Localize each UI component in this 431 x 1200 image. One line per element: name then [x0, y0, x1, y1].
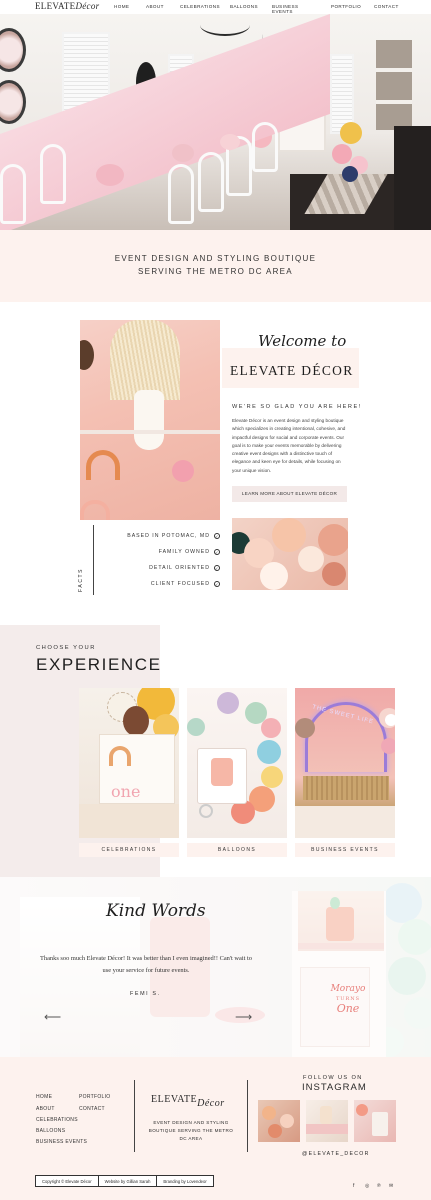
footer-divider	[134, 1080, 135, 1152]
welcome-photo	[80, 320, 220, 520]
hero-chandelier	[200, 14, 250, 36]
website-credit-link[interactable]: Website by Gillian Sarah	[99, 1176, 158, 1186]
footer-link-portfolio[interactable]: PORTFOLIO	[79, 1094, 111, 1100]
nav-link-home[interactable]: HOME	[114, 4, 129, 9]
card-label-celebrations[interactable]: CELEBRATIONS	[79, 843, 179, 857]
card-cake-text: one	[111, 782, 141, 801]
tagline-line-2: SERVING THE METRO DC AREA	[138, 267, 293, 276]
experience-title: EXPERIENCE	[36, 655, 162, 674]
instagram-post[interactable]	[258, 1100, 300, 1142]
nav-link-portfolio[interactable]: PORTFOLIO	[331, 4, 361, 9]
brand-name-script: Décor	[75, 1, 100, 11]
check-icon: ✓	[214, 565, 220, 571]
footer-link-contact[interactable]: CONTACT	[79, 1106, 105, 1112]
hero-chair	[0, 164, 26, 224]
welcome-script: Welcome to	[258, 332, 347, 350]
welcome-body: Elevate Décor is an event design and sty…	[232, 418, 346, 473]
kind-words-title: Kind Words	[106, 901, 206, 921]
hero-wall-panels	[376, 40, 412, 130]
facebook-icon[interactable]: f	[353, 1183, 354, 1189]
welcome-eyebrow: WE'RE SO GLAD YOU ARE HERE!	[232, 404, 362, 410]
hero-chair	[40, 144, 66, 204]
brand-name-main: ELEVATE	[35, 1, 76, 11]
instagram-title: INSTAGRAM	[302, 1082, 367, 1093]
check-icon: ✓	[214, 581, 220, 587]
footer-link-about[interactable]: ABOUT	[36, 1106, 55, 1112]
welcome-title: ELEVATE DÉCOR	[230, 363, 354, 378]
tagline-line-1: EVENT DESIGN AND STYLING BOUTIQUE	[114, 254, 317, 263]
card-celebrations-photo[interactable]: one	[79, 688, 179, 838]
copyright-text: Copyright © Elevate Décor	[36, 1176, 99, 1186]
testimonial-quote: Thanks soo much Elevate Décor! It was be…	[40, 955, 252, 974]
card-balloons-photo[interactable]	[187, 688, 287, 838]
experience-eyebrow: CHOOSE YOUR	[36, 645, 96, 651]
instagram-handle[interactable]: @ELEVATE_DECOR	[302, 1151, 370, 1157]
hero-image	[0, 14, 431, 230]
footer-link-balloons[interactable]: BALLOONS	[36, 1128, 65, 1134]
nav-link-balloons[interactable]: BALLOONS	[230, 4, 258, 9]
nav-link-celebrations[interactable]: CELEBRATIONS	[180, 4, 220, 9]
nav-link-business-events[interactable]: BUSINESS EVENTS	[272, 4, 298, 14]
email-icon[interactable]: ✉	[389, 1183, 393, 1189]
branding-credit-link[interactable]: Branding by Lovendeor	[157, 1176, 212, 1186]
nav-link-about[interactable]: ABOUT	[146, 4, 164, 9]
pinterest-icon[interactable]: ℗	[377, 1183, 381, 1189]
card-label-business-events[interactable]: BUSINESS EVENTS	[295, 843, 395, 857]
testimonial-author: FEMI S.	[130, 991, 161, 997]
instagram-post[interactable]	[306, 1100, 348, 1142]
hero-wall-art	[0, 28, 26, 72]
next-arrow-icon[interactable]: ⟶	[235, 1010, 252, 1024]
hero-chair	[168, 164, 194, 224]
facts-label: FACTS	[78, 567, 84, 592]
fact-item: FAMILY OWNED ✓	[158, 549, 220, 555]
hero-wall-art	[0, 80, 26, 124]
check-icon: ✓	[214, 549, 220, 555]
instagram-icon[interactable]: ◎	[365, 1183, 369, 1189]
footer-divider	[247, 1080, 248, 1152]
facts-divider	[93, 525, 94, 595]
footer-brand[interactable]: ELEVATEDécor	[151, 1094, 225, 1109]
footer-link-home[interactable]: HOME	[36, 1094, 52, 1100]
hero-floral	[220, 134, 240, 150]
tagline-section: EVENT DESIGN AND STYLING BOUTIQUE SERVIN…	[0, 230, 431, 302]
card-business-events-photo[interactable]: THE SWEET LIFE	[295, 688, 395, 838]
footer-link-business-events[interactable]: BUSINESS EVENTS	[36, 1139, 87, 1145]
hero-floral	[172, 144, 194, 162]
fact-item: CLIENT FOCUSED ✓	[150, 581, 220, 587]
nav-link-contact[interactable]: CONTACT	[374, 4, 399, 9]
card-label-balloons[interactable]: BALLOONS	[187, 843, 287, 857]
carousel-next-dot[interactable]	[385, 714, 397, 726]
footer-tagline: EVENT DESIGN AND STYLING BOUTIQUE SERVIN…	[148, 1120, 234, 1141]
follow-eyebrow: FOLLOW US ON	[303, 1075, 363, 1081]
learn-more-button[interactable]: LEARN MORE ABOUT ELEVATE DÉCOR	[232, 486, 347, 502]
fact-item: DETAIL ORIENTED ✓	[149, 565, 220, 571]
hero-chair	[252, 122, 278, 172]
hero-chair	[198, 152, 224, 212]
fact-item: BASED IN POTOMAC, MD ✓	[127, 533, 220, 539]
top-nav: ELEVATEDécor HOME ABOUT CELEBRATIONS BAL…	[0, 0, 431, 14]
hero-floral	[96, 164, 124, 186]
balloons-photo	[232, 518, 348, 590]
prev-arrow-icon[interactable]: ⟵	[44, 1010, 61, 1024]
footer-link-celebrations[interactable]: CELEBRATIONS	[36, 1117, 78, 1123]
copyright-bar: Copyright © Elevate Décor Website by Gil…	[35, 1175, 214, 1187]
check-icon: ✓	[214, 533, 220, 539]
hero-sideboard	[394, 126, 431, 230]
brand-logo[interactable]: ELEVATEDécor	[35, 1, 99, 11]
instagram-post[interactable]	[354, 1100, 396, 1142]
party-sign: Morayo TURNS One	[330, 984, 366, 1015]
